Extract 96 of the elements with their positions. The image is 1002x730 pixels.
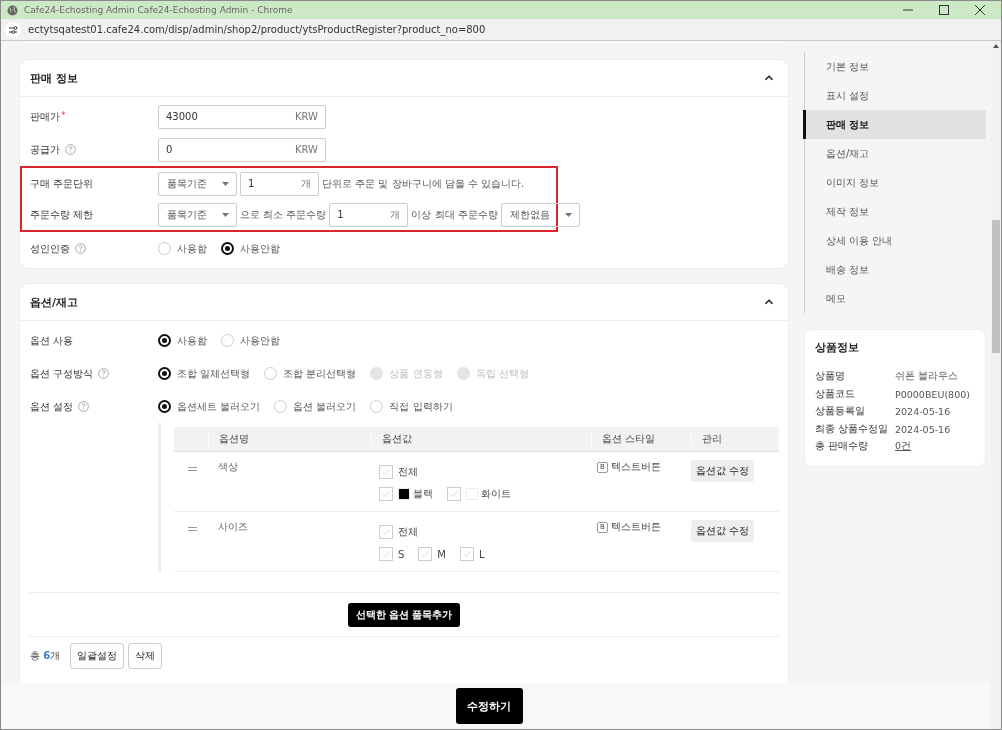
close-icon[interactable] [975,5,985,15]
help-icon[interactable] [78,401,90,412]
help-icon[interactable] [98,368,110,379]
action-button[interactable]: 일괄설정 [70,643,125,669]
dropdown[interactable]: 품목기준 [158,202,237,227]
info-link[interactable]: 0건 [895,440,912,454]
site-settings-icon[interactable] [5,21,21,38]
collapse-icon[interactable] [764,73,774,83]
checkbox[interactable] [418,547,433,561]
radio-option[interactable]: 사용안함 [221,241,280,256]
info-label: 최종 상품수정일 [815,422,890,436]
nav-item[interactable]: 기본 정보 [803,52,986,81]
table-cell: 텍스트버튼 [610,520,661,534]
column-header: 옵션명 [208,432,371,446]
checkbox-label: 화이트 [481,487,511,501]
info-value: P0000BEU(800) [895,388,970,400]
input-field[interactable]: 1 개 [329,202,409,227]
dropdown[interactable]: 제한없음 [500,202,580,227]
caret-icon [222,181,229,186]
column-header: 옵션값 [371,432,591,446]
radio-option[interactable]: 조합 일체선택형 [158,366,251,381]
caret-icon [564,212,572,217]
table-cell: 사이즈 [218,521,248,532]
field-label: 성인인증 [30,241,70,256]
checkbox[interactable] [379,465,393,479]
input-field[interactable]: 43000 KRW [158,104,326,129]
drag-handle-icon[interactable] [188,467,197,471]
radio-option[interactable]: 사용안함 [221,333,280,348]
checkbox-label: L [479,548,485,560]
checkbox-label: 블랙 [413,487,433,501]
help-icon[interactable] [75,243,86,254]
inline-text: 이상 최대 주문수량 [411,207,498,222]
nav-item[interactable]: 배송 정보 [803,255,986,284]
dropdown[interactable]: 품목기준 [158,171,237,196]
table-cell: 색상 [218,461,238,472]
window-title: Cafe24-Echosting Admin Cafe24-Echosting Admin - Chrome [24,5,294,15]
info-label: 상품코드 [815,387,856,401]
checkbox-label: 전체 [398,465,418,479]
radio-option[interactable]: 옵션세트 불러오기 [158,399,261,414]
input-field[interactable]: 0 KRW [158,137,326,162]
nav-item[interactable]: 판매 정보 [803,110,986,139]
item-count: 총 6개 [30,649,61,663]
radio-option[interactable]: 사용함 [158,241,207,256]
checkbox-label: M [437,548,446,560]
info-label: 상품등록일 [815,405,866,419]
field-label: 구매 주문단위 [30,176,94,191]
field-label: 판매가* [30,109,66,124]
hint-text: 단위로 주문 및 장바구니에 담을 수 있습니다. [322,176,525,191]
info-value: 2024-05-16 [895,423,951,435]
card-title: 상품정보 [815,340,860,355]
add-items-button[interactable]: 선택한 옵션 품목추가 [347,602,461,627]
checkbox-label: 전체 [398,525,418,539]
nav-item[interactable]: 이미지 정보 [803,168,986,197]
nav-item[interactable]: 상세 이용 안내 [803,226,986,255]
info-label: 총 판매수량 [815,440,870,454]
scrollbar-thumb[interactable] [992,220,1000,353]
info-value: 쉬폰 블라우스 [895,370,959,384]
inline-text: 으로 최소 주문수량 [240,207,327,222]
radio-option[interactable]: 조합 분리선택형 [264,366,357,381]
checkbox[interactable] [379,547,393,561]
field-label: 옵션 사용 [30,333,74,348]
nav-item[interactable]: 표시 설정 [803,81,986,110]
checkbox-label: S [398,548,405,560]
field-label: 옵션 구성방식 [30,366,94,381]
edit-values-button[interactable]: 옵션값 수정 [691,460,755,482]
scroll-up-icon[interactable] [993,44,999,48]
section-title: 판매 정보 [30,70,78,86]
help-icon[interactable] [65,144,76,155]
nav-item[interactable]: 제작 정보 [803,197,986,226]
checkbox[interactable] [379,525,393,539]
radio-option[interactable]: 사용함 [158,333,207,348]
action-button[interactable]: 삭제 [128,643,163,669]
nav-item[interactable]: 옵션/재고 [803,139,986,168]
column-header: 옵션 스타일 [591,432,691,446]
globe-icon [7,4,18,16]
nav-item[interactable]: 메모 [803,284,986,313]
input-field[interactable]: 1 개 [240,171,319,196]
radio-option[interactable]: 옵션 불러오기 [274,399,357,414]
caret-icon [222,212,229,217]
radio-option[interactable]: 직접 입력하기 [370,399,453,414]
checkbox[interactable] [447,487,461,501]
field-label: 주문수량 제한 [30,207,94,222]
column-header: 관리 [691,432,780,446]
edit-values-button[interactable]: 옵션값 수정 [691,520,755,542]
checkbox[interactable] [460,547,474,561]
info-value: 2024-05-16 [895,406,951,418]
checkbox[interactable] [379,487,393,501]
field-label: 옵션 설정 [30,399,74,414]
drag-handle-icon[interactable] [188,527,197,531]
table-cell: 텍스트버튼 [610,460,661,474]
field-label: 공급가 [30,142,60,157]
section-title: 옵션/재고 [30,294,79,310]
collapse-icon[interactable] [764,297,774,307]
info-label: 상품명 [815,370,846,384]
save-button[interactable]: 수정하기 [455,688,523,724]
maximize-icon[interactable] [939,5,949,15]
